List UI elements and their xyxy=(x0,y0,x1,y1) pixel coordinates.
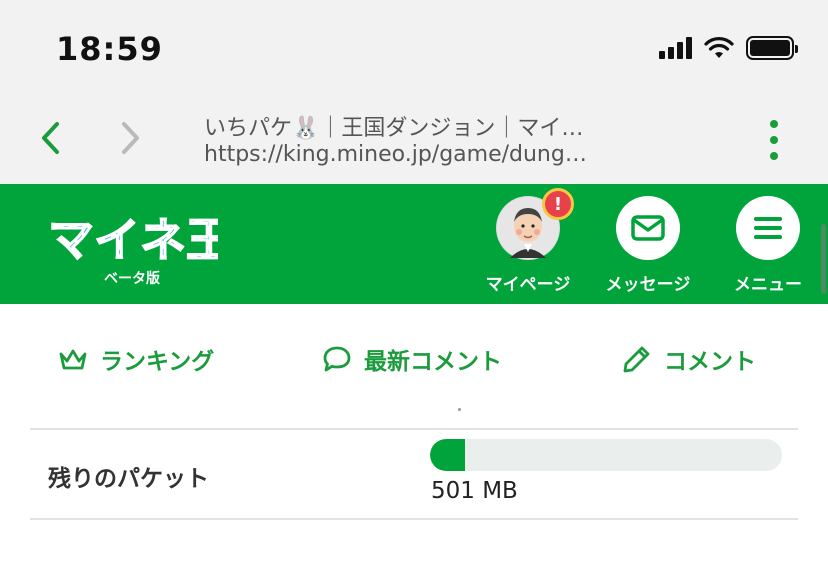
sub-nav: ランキング 最新コメント コメント xyxy=(0,304,828,414)
status-icons xyxy=(659,36,798,60)
page-title: いちパケ🐰｜王国ダンジョン｜マイ… xyxy=(204,116,584,140)
svg-text:マイネ王: マイネ王 xyxy=(48,213,218,266)
cellular-signal-icon xyxy=(659,37,692,59)
message-circle xyxy=(616,196,680,260)
menu-label: メニュー xyxy=(734,275,802,295)
avatar: ! xyxy=(496,188,574,260)
comment-label: コメント xyxy=(664,349,756,375)
scrollbar[interactable] xyxy=(821,224,826,294)
crown-icon xyxy=(59,349,87,370)
menu-circle xyxy=(736,196,800,260)
latest-comments-label: 最新コメント xyxy=(364,349,502,375)
alert-badge: ! xyxy=(542,188,574,220)
logo-subtitle: ベータ版 xyxy=(104,271,160,287)
message-button[interactable]: メッセージ xyxy=(598,196,698,295)
more-vertical-icon[interactable] xyxy=(764,120,784,160)
status-time: 18:59 xyxy=(56,30,163,68)
my-page-label: マイページ xyxy=(485,275,571,295)
menu-button[interactable]: メニュー xyxy=(718,196,818,295)
message-label: メッセージ xyxy=(605,275,691,295)
chevron-right-icon xyxy=(122,122,139,154)
divider xyxy=(30,428,798,430)
status-bar: 18:59 xyxy=(0,0,828,96)
back-button[interactable] xyxy=(30,116,70,160)
remaining-packet-label: 残りのパケット xyxy=(48,466,209,492)
envelope-icon xyxy=(631,215,665,241)
mineo-king-logo[interactable]: マイネ王 xyxy=(48,206,218,266)
chevron-left-icon xyxy=(42,122,59,154)
speech-bubble-icon xyxy=(323,346,351,372)
page-url: https://king.mineo.jp/game/dung… xyxy=(204,142,587,167)
packet-progress-fill xyxy=(430,439,466,471)
latest-comments-link[interactable]: 最新コメント xyxy=(322,342,502,376)
ranking-link[interactable]: ランキング xyxy=(58,342,214,376)
scroll-artifact-dot xyxy=(458,408,461,411)
ranking-label: ランキング xyxy=(100,349,215,375)
my-page-button[interactable]: ! マイページ xyxy=(478,188,578,295)
comment-link[interactable]: コメント xyxy=(622,342,756,376)
address-bar[interactable]: いちパケ🐰｜王国ダンジョン｜マイ… https://king.mineo.jp/… xyxy=(204,110,724,172)
packet-progress-bar xyxy=(430,439,782,471)
site-header: マイネ王 ベータ版 ! マイページ メッセージ メニュー xyxy=(0,184,828,304)
wifi-icon xyxy=(704,37,734,58)
battery-icon xyxy=(746,36,798,60)
remaining-packet-value: 501 MB xyxy=(431,478,518,504)
pencil-icon xyxy=(623,346,650,373)
forward-button[interactable] xyxy=(110,116,150,160)
hamburger-menu-icon xyxy=(754,217,782,239)
browser-toolbar: いちパケ🐰｜王国ダンジョン｜マイ… https://king.mineo.jp/… xyxy=(0,96,828,184)
divider xyxy=(30,518,798,520)
